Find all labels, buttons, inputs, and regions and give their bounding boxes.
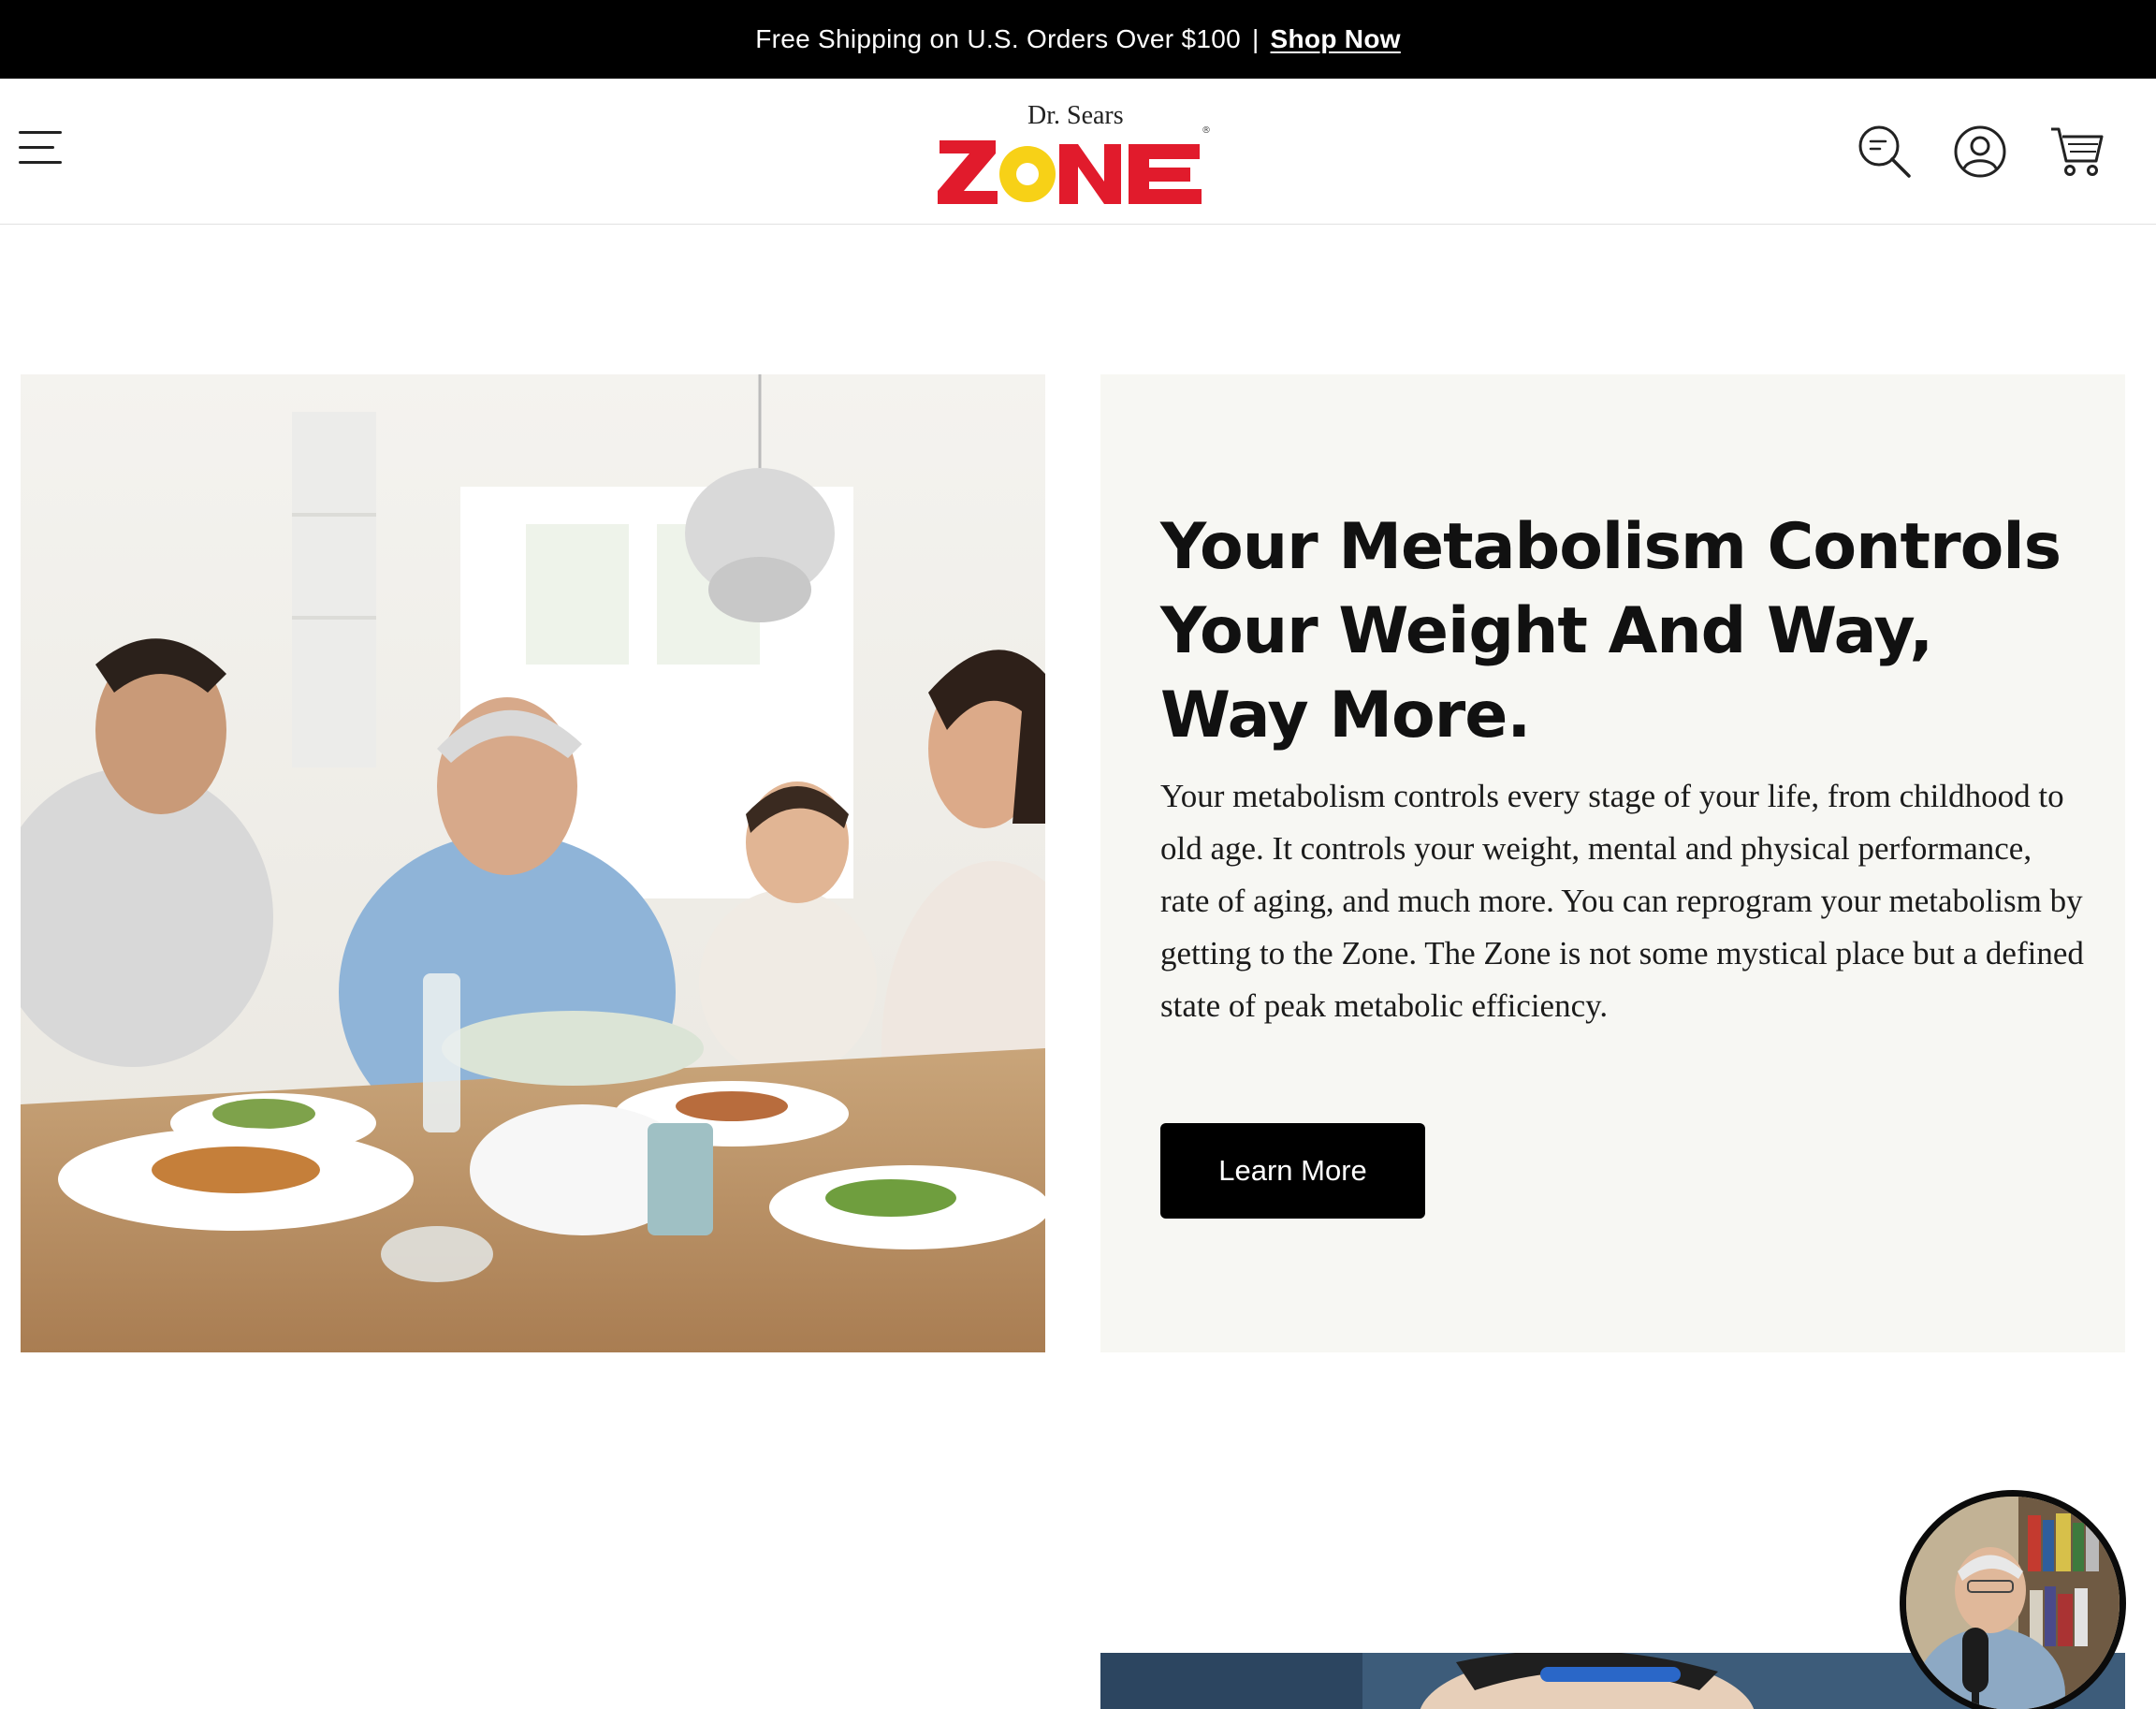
announcement-bar: Free Shipping on U.S. Orders Over $100 |…	[0, 0, 2156, 79]
hamburger-menu-icon[interactable]	[19, 127, 62, 168]
account-icon[interactable]	[1952, 124, 2008, 180]
feature-body-text: Your metabolism controls every stage of …	[1160, 778, 2084, 1024]
zone-logo[interactable]: Dr. Sears ®	[938, 99, 1211, 204]
announcement-separator: |	[1251, 24, 1260, 53]
learn-more-button[interactable]: Learn More	[1160, 1123, 1425, 1219]
shop-now-link[interactable]: Shop Now	[1271, 24, 1401, 54]
feature-headline: Your Metabolism Controls Your Weight And…	[1160, 510, 2061, 752]
site-header: Dr. Sears ®	[0, 79, 2156, 225]
family-dinner-image	[21, 374, 1045, 1352]
announcement-text: Free Shipping on U.S. Orders Over $100	[755, 24, 1241, 53]
cart-icon[interactable]	[2049, 124, 2105, 180]
video-avatar-icon[interactable]	[1900, 1490, 2126, 1709]
search-icon[interactable]	[1857, 124, 1913, 180]
feature-text-panel: Your Metabolism Controls Your Weight And…	[1100, 374, 2125, 1352]
logo-wordmark	[938, 140, 1202, 204]
family-dinner-illustration	[21, 374, 1045, 1352]
